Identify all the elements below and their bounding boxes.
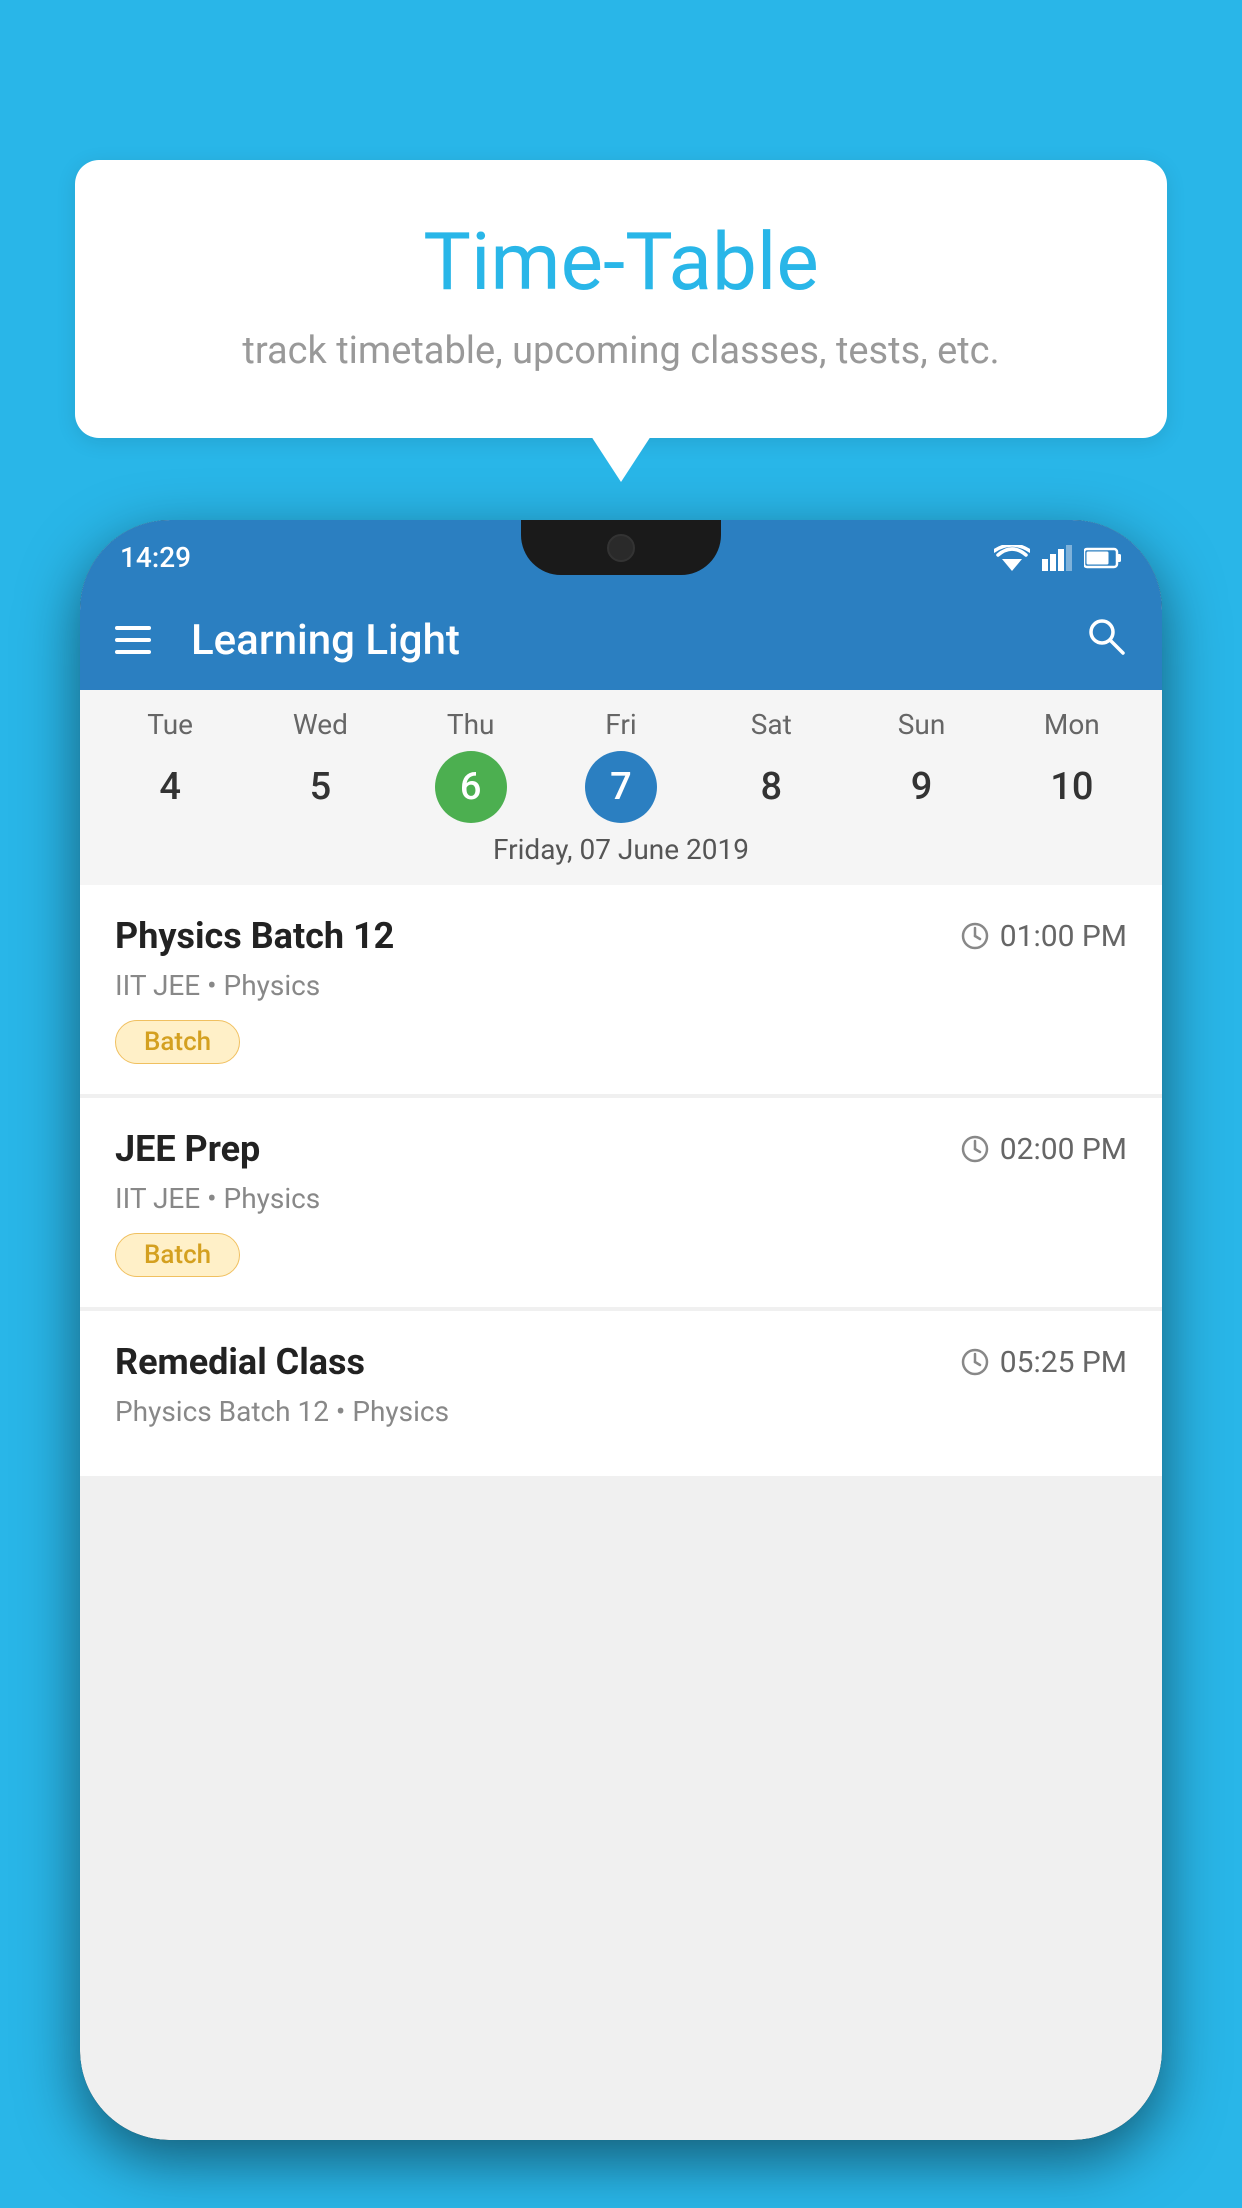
day-number: 4 <box>134 751 206 823</box>
day-number: 9 <box>886 751 958 823</box>
phone-container: 14:29 <box>80 520 1162 2208</box>
day-number: 10 <box>1036 751 1108 823</box>
day-name: Fri <box>605 708 636 741</box>
menu-line-2 <box>115 638 151 642</box>
day-number: 5 <box>284 751 356 823</box>
tooltip-title: Time-Table <box>135 215 1107 309</box>
event-time-text: 02:00 PM <box>1000 1132 1127 1167</box>
day-name: Wed <box>293 708 348 741</box>
event-card-2[interactable]: Remedial Class 05:25 PM Physics Batch 12 … <box>80 1311 1162 1476</box>
signal-icon <box>1042 545 1072 571</box>
search-icon <box>1083 613 1127 657</box>
phone-screen: 14:29 <box>80 520 1162 2140</box>
batch-badge: Batch <box>115 1233 240 1277</box>
calendar-day-8[interactable]: Sat 8 <box>711 708 831 823</box>
event-subtitle: Physics Batch 12 • Physics <box>115 1395 1127 1428</box>
calendar-day-6[interactable]: Thu 6 <box>411 708 531 823</box>
event-time-text: 01:00 PM <box>1000 919 1127 954</box>
tooltip-subtitle: track timetable, upcoming classes, tests… <box>135 329 1107 373</box>
day-number: 6 <box>435 751 507 823</box>
menu-button[interactable] <box>115 626 151 654</box>
event-subtitle: IIT JEE • Physics <box>115 969 1127 1002</box>
day-name: Sat <box>751 708 792 741</box>
calendar-strip: Tue 4 Wed 5 Thu 6 Fri 7 Sat 8 Sun 9 Mon 10 Friday, 07… <box>80 690 1162 885</box>
menu-line-1 <box>115 626 151 630</box>
calendar-day-7[interactable]: Fri 7 <box>561 708 681 823</box>
calendar-day-4[interactable]: Tue 4 <box>110 708 230 823</box>
calendar-day-5[interactable]: Wed 5 <box>260 708 380 823</box>
clock-icon <box>960 1347 990 1377</box>
status-time: 14:29 <box>120 541 191 574</box>
event-card-0[interactable]: Physics Batch 12 01:00 PM IIT JEE • Physi… <box>80 885 1162 1094</box>
app-title: Learning Light <box>191 616 1083 665</box>
event-time: 02:00 PM <box>960 1132 1127 1167</box>
events-list: Physics Batch 12 01:00 PM IIT JEE • Physi… <box>80 885 1162 2140</box>
event-time: 01:00 PM <box>960 919 1127 954</box>
event-time: 05:25 PM <box>960 1345 1127 1380</box>
event-subtitle: IIT JEE • Physics <box>115 1182 1127 1215</box>
day-name: Thu <box>447 708 495 741</box>
battery-icon <box>1084 547 1122 569</box>
front-camera <box>607 534 635 562</box>
event-title: Remedial Class <box>115 1341 365 1383</box>
batch-badge: Batch <box>115 1020 240 1064</box>
event-time-text: 05:25 PM <box>1000 1345 1127 1380</box>
clock-icon <box>960 921 990 951</box>
phone-notch <box>521 520 721 575</box>
event-title: Physics Batch 12 <box>115 915 394 957</box>
wifi-icon <box>994 545 1030 571</box>
day-name: Tue <box>147 708 193 741</box>
day-number: 7 <box>585 751 657 823</box>
event-title: JEE Prep <box>115 1128 260 1170</box>
search-button[interactable] <box>1083 613 1127 668</box>
phone-frame: 14:29 <box>80 520 1162 2140</box>
calendar-days: Tue 4 Wed 5 Thu 6 Fri 7 Sat 8 Sun 9 Mon 10 <box>80 690 1162 823</box>
calendar-date-label: Friday, 07 June 2019 <box>80 823 1162 871</box>
clock-icon <box>960 1134 990 1164</box>
day-number: 8 <box>735 751 807 823</box>
calendar-day-9[interactable]: Sun 9 <box>862 708 982 823</box>
menu-line-3 <box>115 650 151 654</box>
calendar-day-10[interactable]: Mon 10 <box>1012 708 1132 823</box>
event-card-1[interactable]: JEE Prep 02:00 PM IIT JEE • Physics Batch <box>80 1098 1162 1307</box>
tooltip-card: Time-Table track timetable, upcoming cla… <box>75 160 1167 438</box>
day-name: Sun <box>898 708 946 741</box>
status-icons <box>994 545 1122 571</box>
app-bar: Learning Light <box>80 590 1162 690</box>
day-name: Mon <box>1044 708 1100 741</box>
